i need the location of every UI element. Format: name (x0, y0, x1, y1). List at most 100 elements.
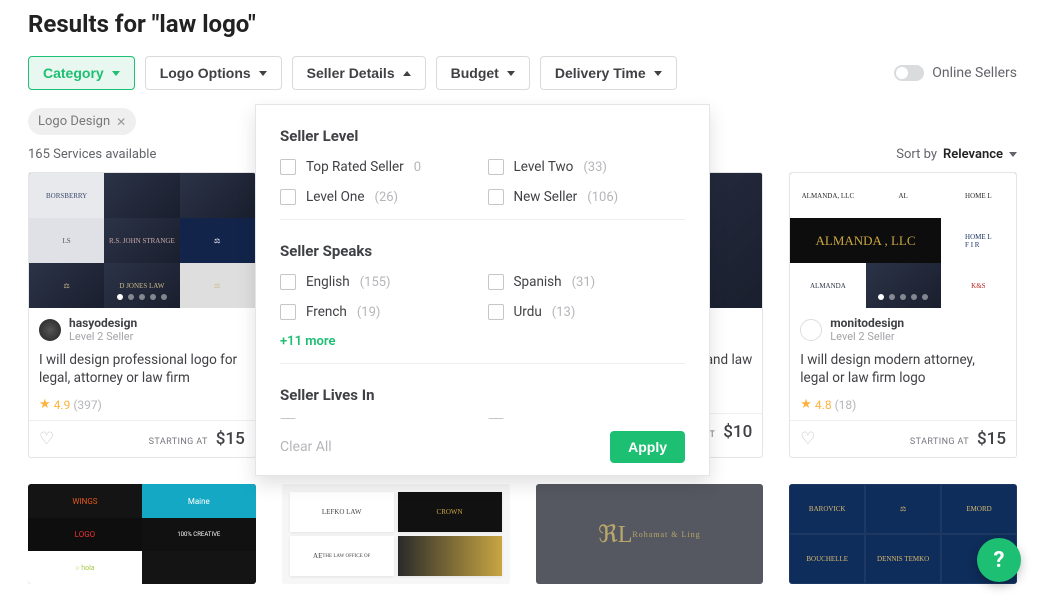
option-label: English (306, 274, 350, 290)
option-count: (33) (583, 160, 607, 175)
price: $15 (216, 429, 245, 449)
seller-name[interactable]: hasyodesign (69, 316, 137, 330)
option-label: Urdu (514, 304, 542, 320)
option-count: 0 (414, 160, 421, 175)
help-fab[interactable]: ? (977, 538, 1021, 582)
star-icon: ★ (39, 397, 51, 412)
gig-thumbnail[interactable]: ALMANDA, LLCALHOME L ALMANDA , LLCHOME L… (790, 173, 1016, 308)
rating-count: (18) (835, 398, 857, 412)
online-sellers-toggle[interactable]: Online Sellers (894, 65, 1017, 81)
filter-delivery-time[interactable]: Delivery Time (540, 56, 677, 90)
checkbox[interactable] (280, 418, 296, 419)
checkbox[interactable] (488, 274, 504, 290)
option-label: Spanish (514, 274, 562, 290)
chip-label: Logo Design (38, 114, 110, 129)
filter-label: Budget (451, 65, 499, 81)
gig-title[interactable]: I will design modern attorney, legal or … (790, 347, 1016, 397)
option-count: (11) (396, 419, 420, 420)
filter-budget[interactable]: Budget (436, 56, 530, 90)
option-count: (155) (360, 275, 391, 290)
close-icon[interactable]: ✕ (116, 115, 126, 129)
dropdown-section-title: Seller Speaks (280, 242, 685, 260)
checkbox[interactable] (280, 159, 296, 175)
price: $10 (723, 422, 752, 442)
star-icon: ★ (800, 397, 812, 412)
avatar[interactable] (39, 319, 61, 341)
checkbox[interactable] (280, 189, 296, 205)
filter-logo-options[interactable]: Logo Options (145, 56, 282, 90)
sort-value: Relevance (943, 147, 1003, 162)
filter-category[interactable]: Category (28, 56, 135, 90)
rating: ★ 4.8 (18) (790, 397, 1016, 420)
price: $15 (977, 429, 1006, 449)
option-count: (26) (375, 190, 399, 205)
filter-option[interactable]: New Seller(106) (488, 189, 686, 205)
chevron-down-icon (112, 71, 120, 76)
rating-value: 4.9 (54, 398, 71, 412)
avatar[interactable] (800, 319, 822, 341)
gig-title[interactable]: I will design professional logo for lega… (29, 347, 255, 397)
filter-seller-details[interactable]: Seller Details (292, 56, 426, 90)
gig-thumbnail[interactable]: BORSBERRY LSR.S. JOHN STRANGE⚖ ⚖D JONES … (29, 173, 255, 308)
filter-option[interactable]: Spanish (31) (488, 274, 686, 290)
chevron-down-icon (1009, 152, 1017, 157)
toggle-label: Online Sellers (932, 65, 1017, 81)
option-label: French (306, 304, 347, 320)
show-more-link[interactable]: +11 more (280, 334, 335, 349)
rating-value: 4.8 (815, 398, 832, 412)
toggle-switch[interactable] (894, 65, 924, 81)
chevron-down-icon (507, 71, 515, 76)
seller-name[interactable]: monitodesign (830, 316, 904, 330)
filter-option[interactable]: Top Rated Seller 0 (280, 159, 478, 175)
gig-thumbnail[interactable]: ℜLRohamat & Ling (536, 484, 764, 584)
filter-label: Delivery Time (555, 65, 646, 81)
option-label: United States (306, 418, 386, 419)
carousel-dots[interactable] (878, 294, 928, 300)
option-label: Top Rated Seller (306, 159, 404, 175)
heart-icon[interactable]: ♡ (800, 429, 815, 449)
filter-option[interactable]: Urdu (13) (488, 304, 686, 320)
filter-option[interactable]: English (155) (280, 274, 478, 290)
seller-level: Level 2 Seller (69, 330, 137, 343)
sort-label: Sort by (896, 147, 937, 162)
gig-card[interactable]: BORSBERRY LSR.S. JOHN STRANGE⚖ ⚖D JONES … (28, 172, 256, 458)
option-label: Level One (306, 189, 365, 205)
seller-level: Level 2 Seller (830, 330, 904, 343)
filter-label: Seller Details (307, 65, 395, 81)
filter-bar: Category Logo Options Seller Details Bud… (28, 56, 1017, 90)
gig-thumbnail[interactable]: LEFKO LAWCROWN AETHE LAW OFFICE OF (282, 484, 510, 584)
starting-at-label: STARTING AT (910, 437, 969, 447)
checkbox[interactable] (488, 189, 504, 205)
option-count: (19) (357, 305, 381, 320)
chevron-down-icon (259, 71, 267, 76)
filter-option[interactable]: United States (11) (280, 418, 478, 419)
option-count: (13) (552, 305, 576, 320)
gig-card[interactable]: ALMANDA, LLCALHOME L ALMANDA , LLCHOME L… (789, 172, 1017, 458)
carousel-dots[interactable] (117, 294, 167, 300)
option-count: (19) (619, 419, 643, 420)
clear-all-button[interactable]: Clear All (280, 439, 332, 455)
chevron-down-icon (654, 71, 662, 76)
gig-thumbnail[interactable]: WINGSMaine LOGO100% CREATIVE ○ hola (28, 484, 256, 584)
filter-option[interactable]: United Kingdom(19) (488, 418, 686, 419)
sort-by[interactable]: Sort by Relevance (896, 147, 1017, 162)
option-label: New Seller (514, 189, 578, 205)
chip-logo-design[interactable]: Logo Design ✕ (28, 108, 136, 135)
services-count: 165 Services available (28, 147, 156, 162)
option-count: (31) (572, 275, 596, 290)
checkbox[interactable] (280, 274, 296, 290)
checkbox[interactable] (280, 304, 296, 320)
chevron-up-icon (403, 71, 411, 76)
dropdown-section-title: Seller Lives In (280, 386, 685, 404)
starting-at-label: STARTING AT (149, 437, 208, 447)
filter-option[interactable]: French (19) (280, 304, 478, 320)
rating: ★ 4.9 (397) (29, 397, 255, 420)
heart-icon[interactable]: ♡ (39, 429, 54, 449)
checkbox[interactable] (488, 304, 504, 320)
dropdown-section-title: Seller Level (280, 127, 685, 145)
filter-option[interactable]: Level Two(33) (488, 159, 686, 175)
apply-button[interactable]: Apply (610, 431, 685, 463)
checkbox[interactable] (488, 159, 504, 175)
checkbox[interactable] (488, 418, 504, 419)
filter-option[interactable]: Level One (26) (280, 189, 478, 205)
